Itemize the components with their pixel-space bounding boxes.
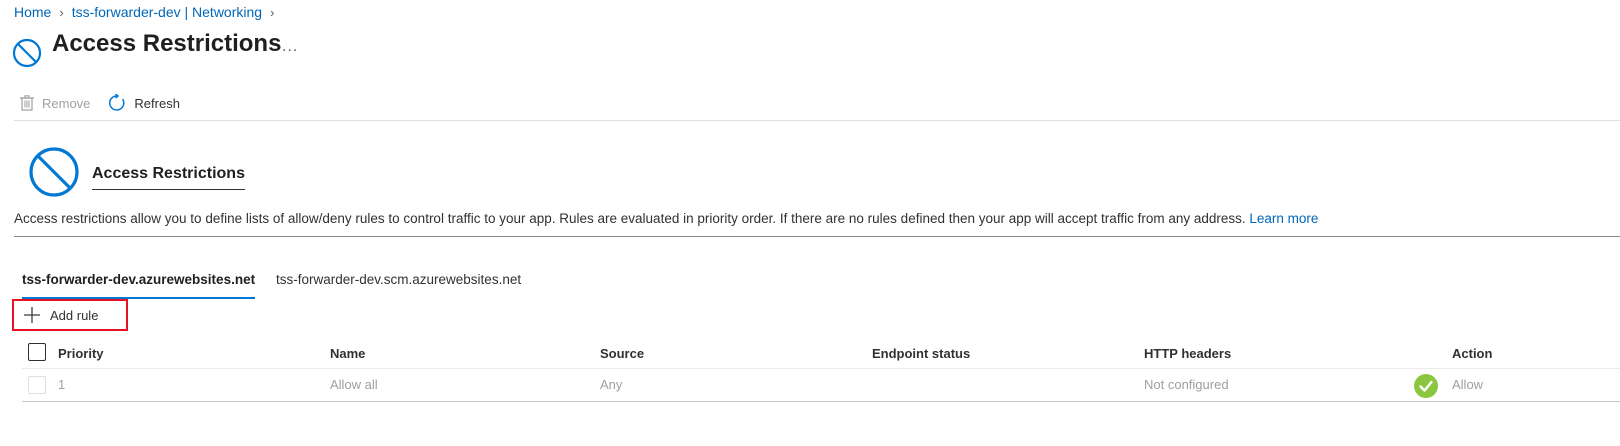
column-header-http-headers[interactable]: HTTP headers bbox=[1144, 346, 1231, 361]
row-checkbox[interactable] bbox=[28, 376, 46, 394]
plus-icon bbox=[24, 307, 40, 323]
blocked-circle-icon bbox=[29, 147, 79, 197]
tab-main-site[interactable]: tss-forwarder-dev.azurewebsites.net bbox=[22, 272, 256, 299]
refresh-label: Refresh bbox=[134, 95, 180, 111]
row-name: Allow all bbox=[330, 377, 378, 392]
refresh-icon bbox=[109, 94, 125, 111]
remove-button[interactable]: Remove bbox=[20, 95, 90, 111]
table-row[interactable]: 1 Allow all Any Not configured Allow bbox=[22, 369, 1620, 402]
trash-icon bbox=[20, 95, 34, 111]
tab-scm-site[interactable]: tss-forwarder-dev.scm.azurewebsites.net bbox=[276, 272, 521, 297]
select-all-checkbox[interactable] bbox=[28, 343, 46, 361]
toolbar-divider bbox=[14, 120, 1620, 121]
column-header-priority[interactable]: Priority bbox=[58, 346, 104, 361]
column-header-source[interactable]: Source bbox=[600, 346, 644, 361]
learn-more-link[interactable]: Learn more bbox=[1249, 211, 1318, 226]
check-circle-icon bbox=[1414, 374, 1438, 398]
section-divider bbox=[14, 236, 1620, 237]
toolbar: Remove Refresh bbox=[20, 94, 180, 112]
column-header-name[interactable]: Name bbox=[330, 346, 365, 361]
add-rule-label: Add rule bbox=[50, 307, 99, 323]
table-header: Priority Name Source Endpoint status HTT… bbox=[22, 338, 1620, 369]
page-title: Access Restrictions bbox=[52, 30, 282, 57]
row-http-headers: Not configured bbox=[1144, 377, 1229, 392]
row-action: Allow bbox=[1452, 377, 1484, 392]
section-title: Access Restrictions bbox=[92, 165, 245, 190]
row-priority: 1 bbox=[58, 377, 66, 392]
remove-label: Remove bbox=[42, 95, 91, 111]
more-options-button[interactable]: ... bbox=[282, 38, 298, 56]
add-rule-button[interactable]: Add rule bbox=[12, 299, 128, 331]
blocked-circle-icon bbox=[12, 38, 42, 68]
breadcrumb: Home › tss-forwarder-dev | Networking › bbox=[14, 4, 274, 20]
chevron-right-icon: › bbox=[270, 4, 275, 20]
description-text: Access restrictions allow you to define … bbox=[14, 211, 1246, 226]
section-description: Access restrictions allow you to define … bbox=[14, 211, 1318, 226]
column-header-action[interactable]: Action bbox=[1452, 346, 1492, 361]
breadcrumb-resource-link[interactable]: tss-forwarder-dev | Networking bbox=[72, 4, 262, 20]
row-source: Any bbox=[600, 377, 623, 392]
refresh-button[interactable]: Refresh bbox=[108, 94, 180, 112]
breadcrumb-home-link[interactable]: Home bbox=[14, 4, 51, 20]
chevron-right-icon: › bbox=[59, 4, 64, 20]
column-header-endpoint-status[interactable]: Endpoint status bbox=[872, 346, 970, 361]
